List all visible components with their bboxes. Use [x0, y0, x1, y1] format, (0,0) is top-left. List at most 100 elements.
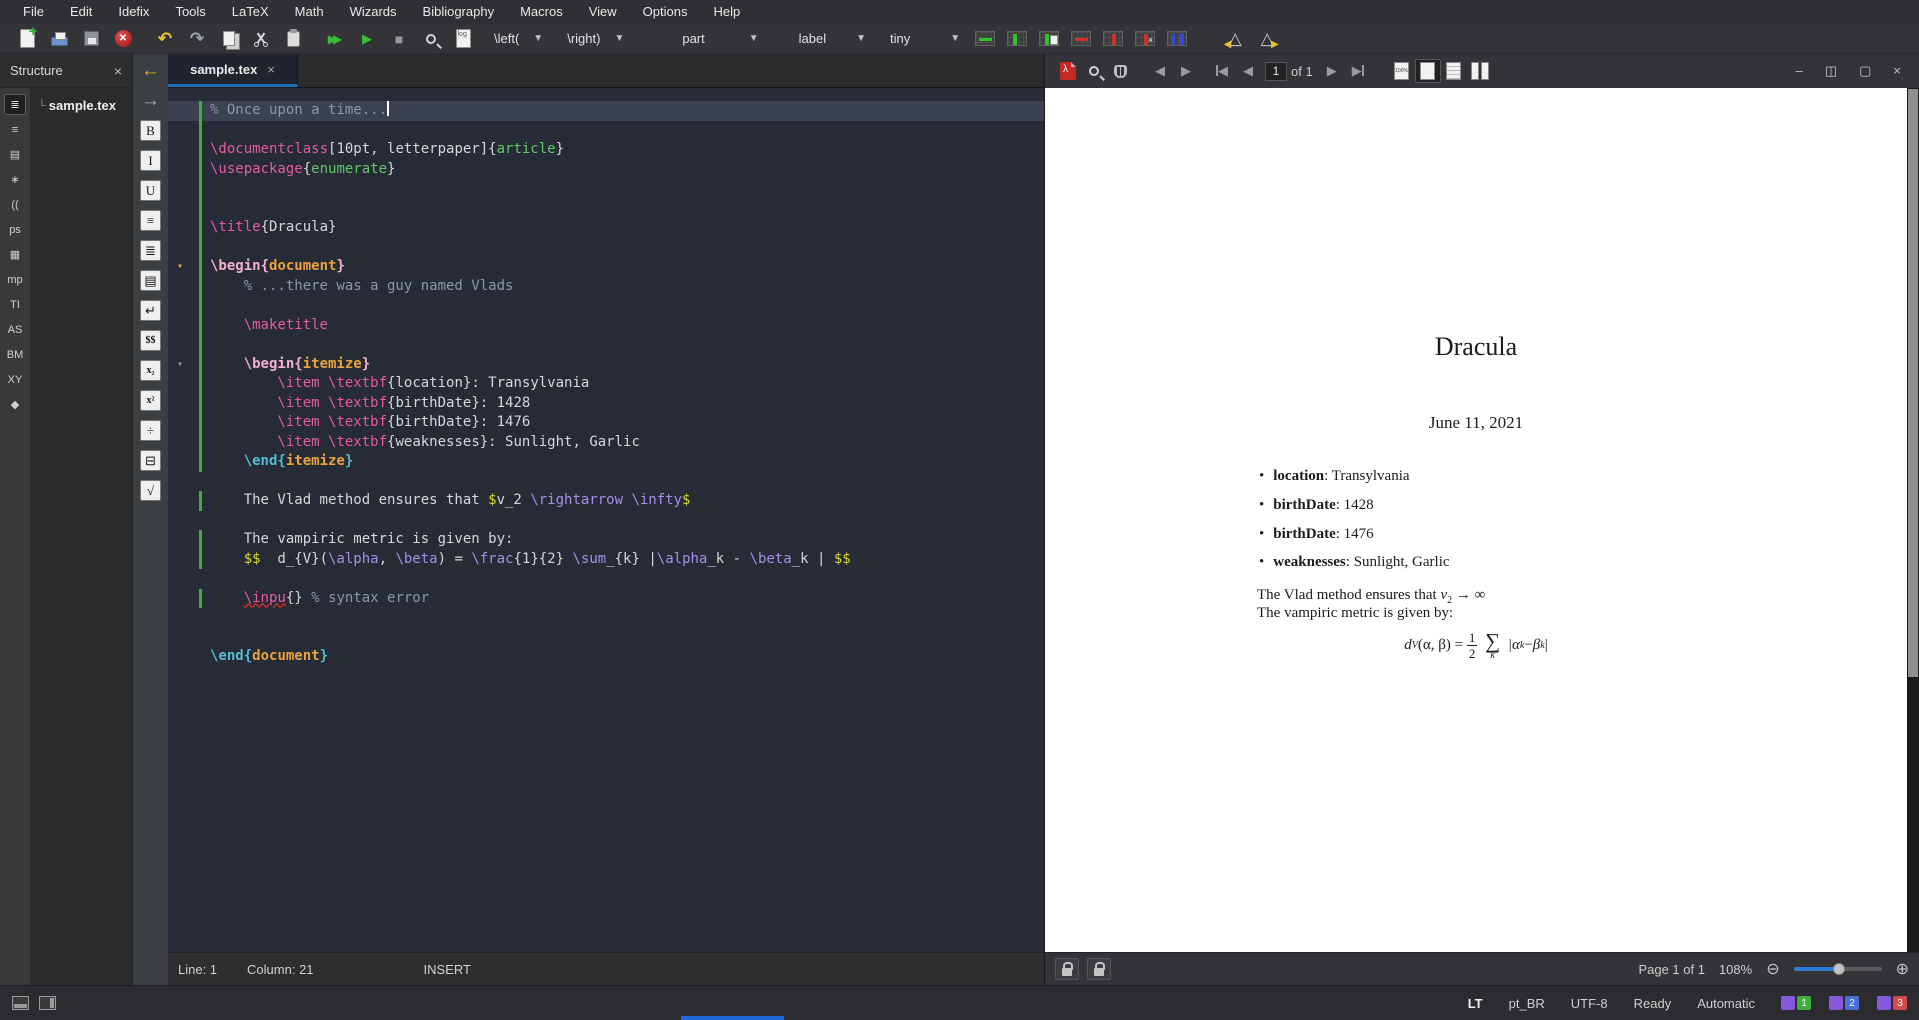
- menu-latex[interactable]: LaTeX: [219, 0, 282, 24]
- compile-button[interactable]: ▶: [354, 27, 380, 51]
- code-line[interactable]: \title{Dracula}: [168, 218, 1044, 238]
- menu-idefix[interactable]: Idefix: [105, 0, 162, 24]
- code-area[interactable]: % Once upon a time...\documentclass[10pt…: [168, 88, 1044, 952]
- menu-bibliography[interactable]: Bibliography: [410, 0, 508, 24]
- cut-column-button[interactable]: ×: [1132, 27, 1158, 51]
- lock-zoom-button[interactable]: [1055, 958, 1079, 980]
- toggle-messages-panel-icon[interactable]: [12, 996, 29, 1010]
- menu-help[interactable]: Help: [700, 0, 753, 24]
- undo-button[interactable]: ↶: [152, 27, 178, 51]
- pdf-scrollbar[interactable]: [1907, 88, 1919, 952]
- left-bracket-dropdown[interactable]: \left( ▼: [494, 31, 543, 46]
- code-line[interactable]: [168, 608, 1044, 628]
- code-line[interactable]: ▾\begin{itemize}: [168, 355, 1044, 375]
- save-file-button[interactable]: [78, 27, 104, 51]
- spell-language-indicator[interactable]: pt_BR: [1509, 996, 1545, 1011]
- prev-change-button[interactable]: △◀: [1222, 27, 1248, 51]
- menu-edit[interactable]: Edit: [57, 0, 105, 24]
- build-view-button[interactable]: ▶▶: [322, 27, 348, 51]
- metapost-icon[interactable]: mp: [4, 269, 26, 290]
- code-line[interactable]: \usepackage{enumerate}: [168, 160, 1044, 180]
- view-log-button[interactable]: [450, 27, 476, 51]
- code-line[interactable]: The Vlad method ensures that $v_2 \right…: [168, 491, 1044, 511]
- code-line[interactable]: \item \textbf{location}: Transylvania: [168, 374, 1044, 394]
- line-ending-indicator[interactable]: Automatic: [1697, 996, 1755, 1011]
- remove-column-button[interactable]: [1100, 27, 1126, 51]
- bm-icon[interactable]: BM: [4, 344, 26, 365]
- panel-badge-2[interactable]: 2: [1829, 996, 1859, 1010]
- brackets-icon[interactable]: ((: [4, 194, 26, 215]
- code-line[interactable]: [168, 238, 1044, 258]
- code-line[interactable]: [168, 472, 1044, 492]
- paste-column-button[interactable]: [1036, 27, 1062, 51]
- menu-options[interactable]: Options: [630, 0, 701, 24]
- pdf-hand-tool-button[interactable]: [1107, 59, 1133, 83]
- pdf-logo-button[interactable]: [1055, 59, 1081, 83]
- next-page-button[interactable]: ▶: [1319, 59, 1345, 83]
- menu-tools[interactable]: Tools: [162, 0, 218, 24]
- tipa-icon[interactable]: TI: [4, 294, 26, 315]
- code-line[interactable]: \item \textbf{birthDate}: 1476: [168, 413, 1044, 433]
- code-line[interactable]: \item \textbf{weaknesses}: Sunlight, Gar…: [168, 433, 1044, 453]
- structure-icon[interactable]: ≣: [4, 94, 26, 115]
- code-line[interactable]: $$ d_{V}(\alpha, \beta) = \frac{1}{2} \s…: [168, 550, 1044, 570]
- panel-badge-3[interactable]: 3: [1877, 996, 1907, 1010]
- misc-symbols-icon[interactable]: ◆: [4, 394, 26, 415]
- close-viewer-button[interactable]: ×: [1893, 63, 1901, 79]
- fit-width-button[interactable]: [1441, 59, 1467, 83]
- toggle-side-panel-icon[interactable]: [39, 996, 56, 1010]
- back-arrow-icon[interactable]: ←: [140, 60, 161, 81]
- prev-page-button[interactable]: ◀: [1235, 59, 1261, 83]
- maximize-button[interactable]: ▢: [1859, 63, 1871, 79]
- structure-tree-item[interactable]: └ sample.tex: [30, 98, 132, 113]
- fontsize-dropdown[interactable]: tiny ▼: [890, 31, 960, 46]
- lock-scroll-button[interactable]: [1087, 958, 1111, 980]
- code-line[interactable]: ▾\begin{document}: [168, 257, 1044, 277]
- code-line[interactable]: [168, 628, 1044, 648]
- tabular-icon[interactable]: ▤: [140, 270, 161, 291]
- zoom-in-button[interactable]: ⊕: [1896, 959, 1909, 979]
- code-line[interactable]: \maketitle: [168, 316, 1044, 336]
- cut-button[interactable]: [248, 27, 274, 51]
- code-line[interactable]: [168, 199, 1044, 219]
- new-file-button[interactable]: [14, 27, 40, 51]
- code-line[interactable]: \end{document}: [168, 647, 1044, 667]
- xy-icon[interactable]: XY: [4, 369, 26, 390]
- underline-icon[interactable]: U: [140, 180, 161, 201]
- code-line[interactable]: [168, 121, 1044, 141]
- fraction-icon[interactable]: ⊟: [140, 450, 161, 471]
- code-line[interactable]: The vampiric metric is given by:: [168, 530, 1044, 550]
- sectioning-dropdown[interactable]: part ▼: [682, 31, 758, 46]
- superscript-icon[interactable]: x²: [140, 390, 161, 411]
- align-columns-button[interactable]: [1164, 27, 1190, 51]
- fit-page-button[interactable]: [1415, 59, 1441, 83]
- tab-sample-tex[interactable]: sample.tex ×: [168, 54, 298, 87]
- tab-close-icon[interactable]: ×: [267, 62, 275, 77]
- add-column-button[interactable]: [1004, 27, 1030, 51]
- postscript-icon[interactable]: ps: [4, 219, 26, 240]
- code-line[interactable]: [168, 335, 1044, 355]
- next-change-button[interactable]: △▶: [1254, 27, 1280, 51]
- menu-math[interactable]: Math: [282, 0, 337, 24]
- typewriter-icon[interactable]: ≡: [140, 210, 161, 231]
- code-line[interactable]: [168, 179, 1044, 199]
- view-pdf-button[interactable]: [418, 27, 444, 51]
- remove-row-button[interactable]: [1068, 27, 1094, 51]
- redo-button[interactable]: ↷: [184, 27, 210, 51]
- newline-icon[interactable]: ↵: [140, 300, 161, 321]
- panel-badge-1[interactable]: 1: [1781, 996, 1811, 1010]
- first-page-button[interactable]: ◀: [1209, 59, 1235, 83]
- code-line[interactable]: \documentclass[10pt, letterpaper]{articl…: [168, 140, 1044, 160]
- math-symbols-icon[interactable]: ∗: [4, 169, 26, 190]
- line-symbols-icon[interactable]: ≡: [4, 119, 26, 140]
- division-icon[interactable]: ÷: [140, 420, 161, 441]
- language-tool-indicator[interactable]: LT: [1468, 996, 1483, 1011]
- close-panel-icon[interactable]: ×: [114, 63, 122, 79]
- zoom-slider[interactable]: [1794, 967, 1882, 971]
- code-line[interactable]: \item \textbf{birthDate}: 1428: [168, 394, 1044, 414]
- code-line[interactable]: \inpu{} % syntax error: [168, 589, 1044, 609]
- encoding-indicator[interactable]: UTF-8: [1571, 996, 1608, 1011]
- bold-icon[interactable]: B: [140, 120, 161, 141]
- close-file-button[interactable]: ✕: [110, 27, 136, 51]
- menu-macros[interactable]: Macros: [507, 0, 576, 24]
